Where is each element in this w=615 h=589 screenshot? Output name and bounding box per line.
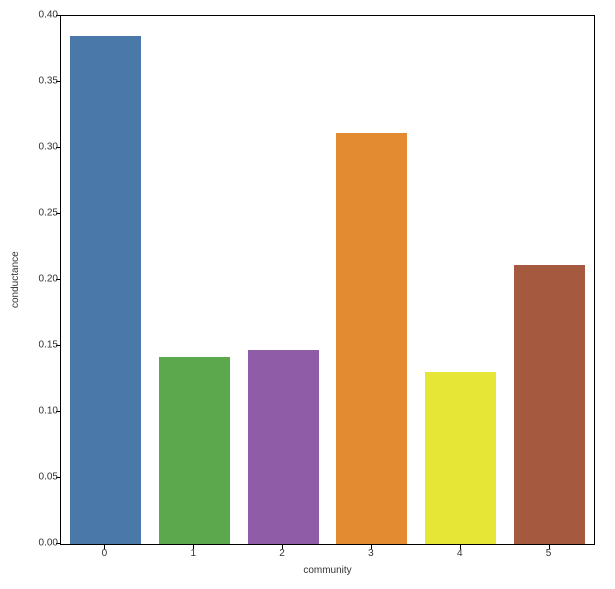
- y-tick-label: 0.10: [30, 406, 58, 417]
- x-tick-label: 0: [102, 548, 108, 559]
- y-tick-label: 0.05: [30, 472, 58, 483]
- x-tick-label: 2: [279, 548, 285, 559]
- y-tick-label: 0.20: [30, 274, 58, 285]
- bar: [70, 36, 141, 544]
- x-tick-label: 1: [190, 548, 196, 559]
- bar: [159, 357, 230, 544]
- plot-area: [60, 15, 595, 545]
- x-tick-label: 3: [368, 548, 374, 559]
- y-tick-label: 0.15: [30, 340, 58, 351]
- x-axis-label: community: [60, 565, 595, 576]
- bar: [514, 265, 585, 544]
- y-axis-label: conductance: [10, 15, 20, 545]
- bar: [248, 350, 319, 544]
- x-tick-label: 5: [546, 548, 552, 559]
- y-tick-label: 0.00: [30, 538, 58, 549]
- bar: [425, 372, 496, 544]
- chart-figure: conductance community 0.00 0.05 0.10 0.15 0.…: [0, 0, 615, 589]
- y-tick-label: 0.35: [30, 76, 58, 87]
- y-tick-label: 0.25: [30, 208, 58, 219]
- y-tick-label: 0.30: [30, 142, 58, 153]
- bar: [336, 133, 407, 544]
- y-tick-label: 0.40: [30, 10, 58, 21]
- x-tick-label: 4: [457, 548, 463, 559]
